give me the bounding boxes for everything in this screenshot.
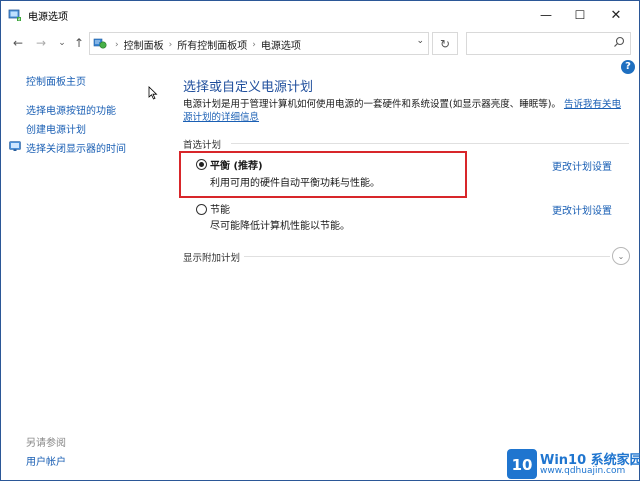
balanced-change-settings-link[interactable]: 更改计划设置	[552, 158, 612, 173]
watermark-url: www.qdhuajin.com	[540, 466, 626, 476]
recent-locations-button[interactable]: ⌄	[55, 33, 69, 53]
power-saver-plan-name[interactable]: 节能	[210, 201, 230, 216]
control-panel-home-link[interactable]: 控制面板主页	[26, 73, 86, 88]
breadcrumb: › 控制面板 › 所有控制面板项 › 电源选项	[110, 37, 301, 53]
power-saver-plan-desc: 尽可能降低计算机性能以节能。	[210, 221, 350, 232]
see-also-label: 另请参阅	[26, 438, 66, 449]
power-options-icon	[8, 9, 21, 21]
page-title: 选择或自定义电源计划	[183, 80, 314, 95]
crumb-control-panel[interactable]: 控制面板	[124, 37, 164, 52]
address-toolbar: ← → ⌄ ↑ › 控制面板 › 所有控制面板项 › 电源选项 ⌄ ↻	[1, 29, 639, 57]
show-additional-plans-label[interactable]: 显示附加计划	[183, 250, 240, 264]
control-panel-window: 电源选项 — ☐ ✕ ← → ⌄ ↑ › 控制面板 › 所有控制面板项 › 电源…	[0, 0, 640, 481]
chevron-right-icon: ›	[115, 39, 119, 50]
crumb-power-options[interactable]: 电源选项	[261, 37, 301, 52]
forward-button[interactable]: →	[31, 33, 51, 53]
watermark-logo-icon: 10	[507, 449, 537, 479]
chevron-right-icon[interactable]: ›	[252, 40, 256, 50]
power-saver-change-settings-link[interactable]: 更改计划设置	[552, 202, 612, 217]
window-title: 电源选项	[28, 12, 68, 23]
refresh-button[interactable]: ↻	[432, 32, 458, 55]
maximize-button[interactable]: ☐	[563, 1, 597, 29]
monitor-icon	[9, 141, 21, 151]
page-description: 电源计划是用于管理计算机如何使用电源的一套硬件和系统设置(如显示器亮度、睡眠等)…	[183, 98, 629, 124]
description-text: 电源计划是用于管理计算机如何使用电源的一套硬件和系统设置(如显示器亮度、睡眠等)…	[183, 99, 561, 110]
create-power-plan-link[interactable]: 创建电源计划	[26, 121, 86, 136]
mouse-cursor-icon	[148, 86, 158, 100]
address-bar[interactable]: › 控制面板 › 所有控制面板项 › 电源选项 ⌄	[89, 32, 429, 55]
minimize-button[interactable]: —	[529, 1, 563, 29]
preferred-plans-heading: 首选计划	[183, 140, 222, 151]
display-off-time-link[interactable]: 选择关闭显示器的时间	[26, 140, 126, 155]
close-button[interactable]: ✕	[599, 1, 633, 29]
user-accounts-link[interactable]: 用户帐户	[26, 453, 66, 468]
back-button[interactable]: ←	[8, 33, 28, 53]
search-icon	[614, 36, 625, 47]
address-dropdown-icon[interactable]: ⌄	[416, 36, 424, 46]
control-panel-icon	[93, 38, 107, 49]
search-input[interactable]	[466, 32, 631, 55]
power-saver-plan-radio[interactable]	[196, 204, 207, 215]
up-button[interactable]: ↑	[71, 33, 87, 53]
chevron-right-icon[interactable]: ›	[169, 40, 173, 50]
highlight-annotation	[179, 151, 467, 198]
title-bar: 电源选项 — ☐ ✕	[1, 1, 639, 29]
section-divider	[244, 256, 610, 257]
watermark-logo-text: 10	[512, 456, 533, 474]
chevron-down-icon[interactable]: ⌄	[612, 247, 630, 265]
site-watermark: 10 Win10 系统家园 www.qdhuajin.com	[506, 448, 640, 480]
crumb-all-items[interactable]: 所有控制面板项	[177, 37, 247, 52]
section-divider	[231, 143, 629, 144]
help-icon[interactable]: ?	[621, 60, 635, 74]
power-button-function-link[interactable]: 选择电源按钮的功能	[26, 102, 116, 117]
